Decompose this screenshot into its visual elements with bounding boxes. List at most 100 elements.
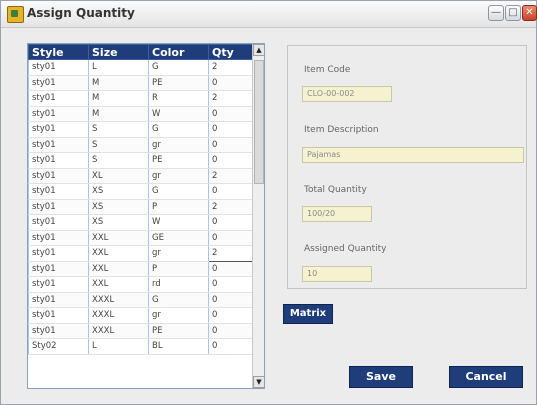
cell-color[interactable]: gr — [148, 245, 209, 262]
assigned-quantity-field[interactable]: 10 — [302, 266, 372, 282]
cell-size[interactable]: XS — [88, 214, 149, 231]
cell-color[interactable]: G — [148, 59, 209, 76]
cell-color[interactable]: G — [148, 292, 209, 308]
cell-style[interactable]: sty01 — [28, 292, 89, 308]
cell-size[interactable]: XXXL — [88, 292, 149, 308]
cell-qty[interactable]: 2 — [208, 199, 253, 215]
cell-qty[interactable]: 0 — [208, 276, 253, 293]
table-row[interactable]: sty01 XXL rd 0 — [28, 276, 253, 293]
cell-qty[interactable]: 2 — [208, 168, 253, 184]
table-row[interactable]: sty01 XXL gr 2 — [28, 245, 253, 262]
cell-qty[interactable]: 0 — [208, 106, 253, 122]
cell-color[interactable]: W — [148, 214, 209, 231]
table-row[interactable]: sty01 L G 2 — [28, 59, 253, 76]
cell-size[interactable]: M — [88, 106, 149, 122]
column-header-size[interactable]: Size — [88, 44, 149, 60]
column-header-color[interactable]: Color — [148, 44, 209, 60]
cell-style[interactable]: sty01 — [28, 245, 89, 262]
cell-color[interactable]: PE — [148, 75, 209, 91]
total-quantity-field[interactable]: 100/20 — [302, 206, 372, 222]
cell-style[interactable]: sty01 — [28, 106, 89, 122]
column-header-qty[interactable]: Qty — [208, 44, 253, 60]
cell-style[interactable]: sty01 — [28, 261, 89, 277]
cell-color[interactable]: G — [148, 183, 209, 200]
close-icon[interactable]: ✕ — [522, 5, 537, 21]
table-row[interactable]: sty01 XS G 0 — [28, 183, 253, 200]
maximize-icon[interactable]: □ — [505, 5, 521, 21]
cell-style[interactable]: sty01 — [28, 137, 89, 153]
table-row[interactable]: sty01 M PE 0 — [28, 75, 253, 91]
cell-size[interactable]: M — [88, 75, 149, 91]
cell-qty[interactable]: 0 — [208, 75, 253, 91]
cell-size[interactable]: XL — [88, 168, 149, 184]
cell-color[interactable]: PE — [148, 152, 209, 169]
cell-style[interactable]: sty01 — [28, 307, 89, 324]
table-row[interactable]: sty01 XL gr 2 — [28, 168, 253, 184]
cell-size[interactable]: XXXL — [88, 323, 149, 339]
cell-size[interactable]: XXL — [88, 261, 149, 277]
item-code-field[interactable]: CLO-00-002 — [302, 86, 392, 102]
table-row[interactable]: sty01 XS W 0 — [28, 214, 253, 231]
scroll-up-icon[interactable]: ▲ — [253, 44, 264, 56]
cell-color[interactable]: gr — [148, 168, 209, 184]
cell-qty[interactable]: 0 — [208, 230, 253, 246]
cell-style[interactable]: sty01 — [28, 168, 89, 184]
save-button[interactable]: Save — [349, 366, 413, 388]
cell-color[interactable]: gr — [148, 137, 209, 153]
table-row[interactable]: sty01 XXXL G 0 — [28, 292, 253, 308]
cell-qty[interactable]: 0 — [208, 137, 253, 153]
cell-style[interactable]: Sty02 — [28, 338, 89, 355]
cell-style[interactable]: sty01 — [28, 199, 89, 215]
matrix-button[interactable]: Matrix — [283, 304, 333, 324]
table-row[interactable]: sty01 XXL GE 0 — [28, 230, 253, 246]
column-header-style[interactable]: Style — [28, 44, 89, 60]
table-row[interactable]: sty01 XXL P 0 — [28, 261, 253, 277]
cell-style[interactable]: sty01 — [28, 75, 89, 91]
minimize-icon[interactable]: — — [488, 5, 504, 21]
cell-color[interactable]: gr — [148, 307, 209, 324]
cell-qty[interactable]: 0 — [208, 152, 253, 169]
cell-qty[interactable]: 2 — [208, 90, 253, 107]
cell-color[interactable]: rd — [148, 276, 209, 293]
cell-color[interactable]: P — [148, 261, 209, 277]
cell-style[interactable]: sty01 — [28, 323, 89, 339]
cell-qty[interactable]: 2 — [208, 245, 253, 262]
cell-size[interactable]: XXXL — [88, 307, 149, 324]
cell-style[interactable]: sty01 — [28, 183, 89, 200]
cell-size[interactable]: XXL — [88, 230, 149, 246]
table-row[interactable]: sty01 XXXL PE 0 — [28, 323, 253, 339]
cell-style[interactable]: sty01 — [28, 90, 89, 107]
grid-scrollbar[interactable]: ▲ ▼ — [252, 44, 264, 388]
cell-color[interactable]: G — [148, 121, 209, 138]
cell-qty[interactable]: 0 — [208, 292, 253, 308]
table-row[interactable]: sty01 Sgr 0 — [28, 137, 253, 153]
table-row[interactable]: sty01 XS P 2 — [28, 199, 253, 215]
cell-size[interactable]: S — [88, 137, 149, 153]
table-row[interactable]: sty01 XXXL gr 0 — [28, 307, 253, 324]
cell-size[interactable]: XS — [88, 199, 149, 215]
cell-qty[interactable]: 0 — [208, 183, 253, 200]
cell-size[interactable]: XS — [88, 183, 149, 200]
cell-color[interactable]: BL — [148, 338, 209, 355]
cell-style[interactable]: sty01 — [28, 276, 89, 293]
cancel-button[interactable]: Cancel — [449, 366, 523, 388]
cell-qty[interactable]: 2 — [208, 59, 253, 76]
cell-size[interactable]: XXL — [88, 245, 149, 262]
cell-color[interactable]: P — [148, 199, 209, 215]
cell-qty[interactable]: 0 — [208, 338, 253, 355]
table-row[interactable]: sty01 S PE 0 — [28, 152, 253, 169]
scroll-thumb[interactable] — [254, 60, 264, 184]
table-row[interactable]: sty01 M W 0 — [28, 106, 253, 122]
table-row[interactable]: sty01 M R 2 — [28, 90, 253, 107]
cell-size[interactable]: S — [88, 152, 149, 169]
cell-qty[interactable]: 0 — [208, 307, 253, 324]
cell-qty[interactable]: 0 — [208, 214, 253, 231]
table-row[interactable]: Sty02 L BL 0 — [28, 338, 253, 355]
item-description-field[interactable]: Pajamas — [302, 147, 524, 163]
cell-size[interactable]: S — [88, 121, 149, 138]
cell-style[interactable]: sty01 — [28, 121, 89, 138]
table-row[interactable]: sty01 S G 0 — [28, 121, 253, 138]
cell-size[interactable]: XXL — [88, 276, 149, 293]
cell-style[interactable]: sty01 — [28, 214, 89, 231]
cell-qty[interactable]: 0 — [208, 121, 253, 138]
